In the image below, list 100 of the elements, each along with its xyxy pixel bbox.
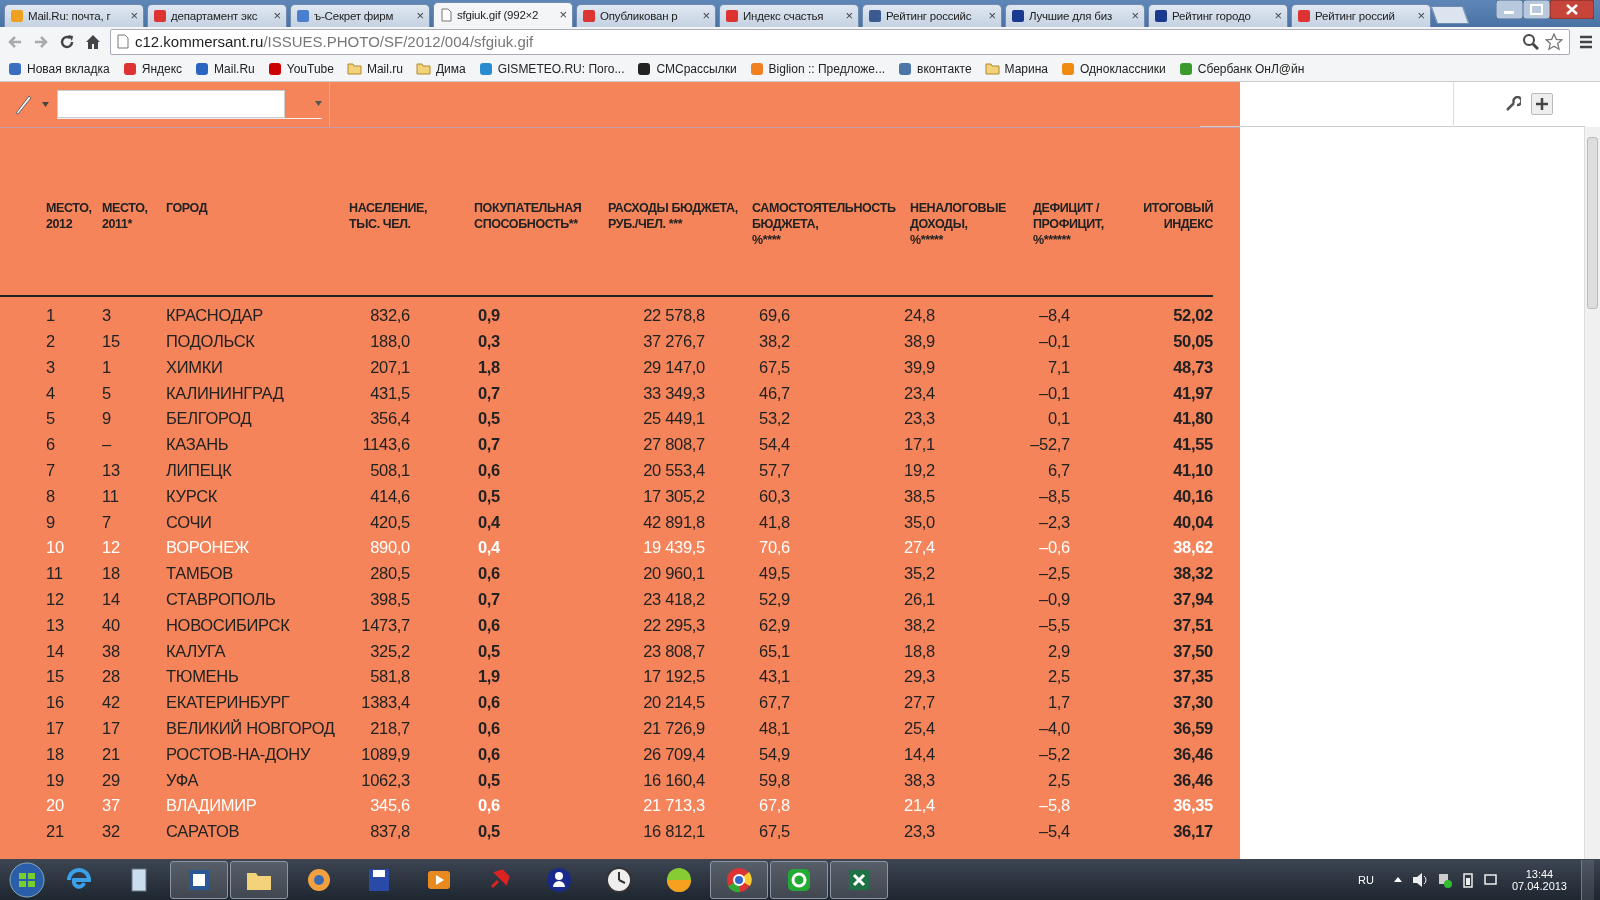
bookmark-item[interactable]: Сбербанк ОнЛ@йн <box>1178 61 1305 76</box>
column-header: РАСХОДЫ БЮДЖЕТА, РУБ./ЧЕЛ. *** <box>608 199 739 232</box>
browser-tab[interactable]: Индекс счастья × <box>719 3 859 27</box>
site-icon <box>8 61 22 76</box>
bookmark-item[interactable]: YouTube <box>267 61 334 76</box>
site-icon <box>478 61 493 76</box>
minimize-icon[interactable] <box>1496 0 1523 19</box>
browser-tab[interactable]: Опубликован р × <box>576 3 716 27</box>
bookmark-item[interactable]: Новая вкладка <box>8 61 110 76</box>
home-icon[interactable] <box>84 32 102 51</box>
table-cell-text: 38 <box>102 641 121 661</box>
bookmark-item[interactable]: Марина <box>984 61 1049 76</box>
add-button[interactable] <box>1531 92 1553 115</box>
table-cell-text: 67,8 <box>758 796 790 816</box>
bookmark-item[interactable]: Biglion :: Предложе... <box>749 61 886 76</box>
close-icon[interactable] <box>1550 0 1594 19</box>
table-cell-text: 41,10 <box>1172 461 1213 481</box>
table-cell-text: 67,7 <box>758 693 790 713</box>
network-icon[interactable] <box>1437 871 1452 888</box>
tab-close[interactable]: × <box>559 7 567 23</box>
new-tab-button[interactable] <box>1430 5 1470 24</box>
tab-close[interactable]: × <box>1417 8 1425 24</box>
browser-tab[interactable]: sfgiuk.gif (992×2 × <box>433 1 573 27</box>
bookmark-item[interactable]: Mail.ru <box>346 61 403 76</box>
show-desktop-button[interactable] <box>1581 859 1594 900</box>
table-cell-text: 60,3 <box>758 486 790 506</box>
url-path: /ISSUES.PHOTO/SF/2012/004/sfgiuk.gif <box>263 33 534 51</box>
maximize-icon[interactable] <box>1523 0 1550 19</box>
clock-date[interactable]: 07.04.2013 <box>1511 879 1567 892</box>
table-cell-text: –5,8 <box>1038 796 1070 816</box>
table-cell-text: 1 <box>102 357 112 377</box>
browser-tab[interactable]: Mail.Ru: почта, г × <box>4 3 144 27</box>
bookmark-item[interactable]: GISMETEO.RU: Пого... <box>478 61 625 76</box>
flag-icon[interactable] <box>1483 872 1498 887</box>
table-cell-text: 46,7 <box>758 383 790 403</box>
site-icon <box>10 8 24 23</box>
scrollbar[interactable] <box>1584 126 1600 859</box>
table-cell-text: 13 <box>46 615 65 635</box>
table-cell-text: КРАСНОДАР <box>166 306 264 326</box>
table-cell-text: 13 <box>102 461 121 481</box>
tab-close[interactable]: × <box>702 8 710 24</box>
tab-close[interactable]: × <box>1274 8 1282 24</box>
table-cell-text: 23 418,2 <box>642 590 705 610</box>
browser-tab[interactable]: департамент экс × <box>147 3 287 27</box>
tab-close[interactable]: × <box>845 8 853 24</box>
star-icon[interactable] <box>1545 32 1563 51</box>
table-cell-text: 0,1 <box>1046 409 1070 429</box>
taskbar-button[interactable] <box>170 860 228 899</box>
table-cell-text: 1143,6 <box>361 435 410 455</box>
zoom-icon[interactable] <box>1522 33 1539 51</box>
address-bar[interactable]: c12.kommersant.ru/ISSUES.PHOTO/SF/2012/004/sfgiuk.gif <box>110 28 1570 55</box>
caret-icon[interactable] <box>1393 877 1402 882</box>
tab-close[interactable]: × <box>1131 8 1139 24</box>
taskbar-button[interactable] <box>830 860 888 899</box>
input-field[interactable] <box>57 89 322 119</box>
table-cell-text: 15 <box>46 667 65 687</box>
table-cell-text: 0,4 <box>476 538 500 558</box>
wrench-icon[interactable] <box>1505 95 1521 112</box>
table-cell-text: 5 <box>102 383 112 403</box>
table-cell-text: 36,17 <box>1172 822 1213 842</box>
taskbar-button[interactable] <box>230 860 288 899</box>
speaker-icon[interactable] <box>1411 872 1428 887</box>
bookmark-item[interactable]: Яндекс <box>122 61 183 76</box>
tab-close[interactable]: × <box>273 8 281 24</box>
bookmark-item[interactable]: Одноклассники <box>1061 61 1166 76</box>
bookmark-item[interactable]: Mail.Ru <box>195 61 255 76</box>
table-cell-text: 0,7 <box>476 590 500 610</box>
reload-icon[interactable] <box>58 32 76 51</box>
browser-tab[interactable]: Рейтинг российс × <box>862 3 1002 27</box>
menu-icon[interactable] <box>1578 33 1594 50</box>
tab-close[interactable]: × <box>130 8 138 24</box>
bookmark-item[interactable]: вконтакте <box>898 61 972 76</box>
bookmark-item[interactable]: СМСрассылки <box>637 61 737 76</box>
tab-close[interactable]: × <box>988 8 996 24</box>
table-cell-text: 22 578,8 <box>642 306 705 326</box>
site-icon <box>868 8 882 23</box>
table-cell-text: 7 <box>102 512 112 532</box>
bookmark-item[interactable]: Дима <box>415 61 466 76</box>
browser-tab[interactable]: Лучшие для биз × <box>1005 3 1145 27</box>
table-cell-text: 6,7 <box>1046 461 1070 481</box>
browser-tab[interactable]: Рейтинг городо × <box>1148 3 1288 27</box>
browser-tab[interactable]: Рейтинг россий × <box>1291 3 1431 27</box>
clock-time[interactable]: 13:44 <box>1525 867 1554 880</box>
start-button[interactable] <box>6 860 48 899</box>
battery-icon[interactable] <box>1461 871 1474 888</box>
table-cell-text: ЕКАТЕРИНБУРГ <box>166 693 291 713</box>
tab-title: Опубликован р <box>600 9 679 22</box>
table-cell-text: НОВОСИБИРСК <box>166 615 291 635</box>
language-indicator[interactable]: RU <box>1358 873 1374 886</box>
table-cell-text: 65,1 <box>758 641 790 661</box>
browser-tab[interactable]: ъ-Секрет фирм × <box>290 3 430 27</box>
taskbar-button[interactable] <box>710 860 768 899</box>
taskbar-button[interactable] <box>770 860 828 899</box>
folder-icon <box>415 62 431 76</box>
tab-close[interactable]: × <box>416 8 424 24</box>
table-cell-text: 22 295,3 <box>642 615 705 635</box>
table-cell-text: 6 <box>46 435 56 455</box>
table-cell-text: 0,3 <box>476 332 500 352</box>
column-header: МЕСТО, 2011* <box>102 199 149 232</box>
table-cell-text: 0,5 <box>476 409 500 429</box>
